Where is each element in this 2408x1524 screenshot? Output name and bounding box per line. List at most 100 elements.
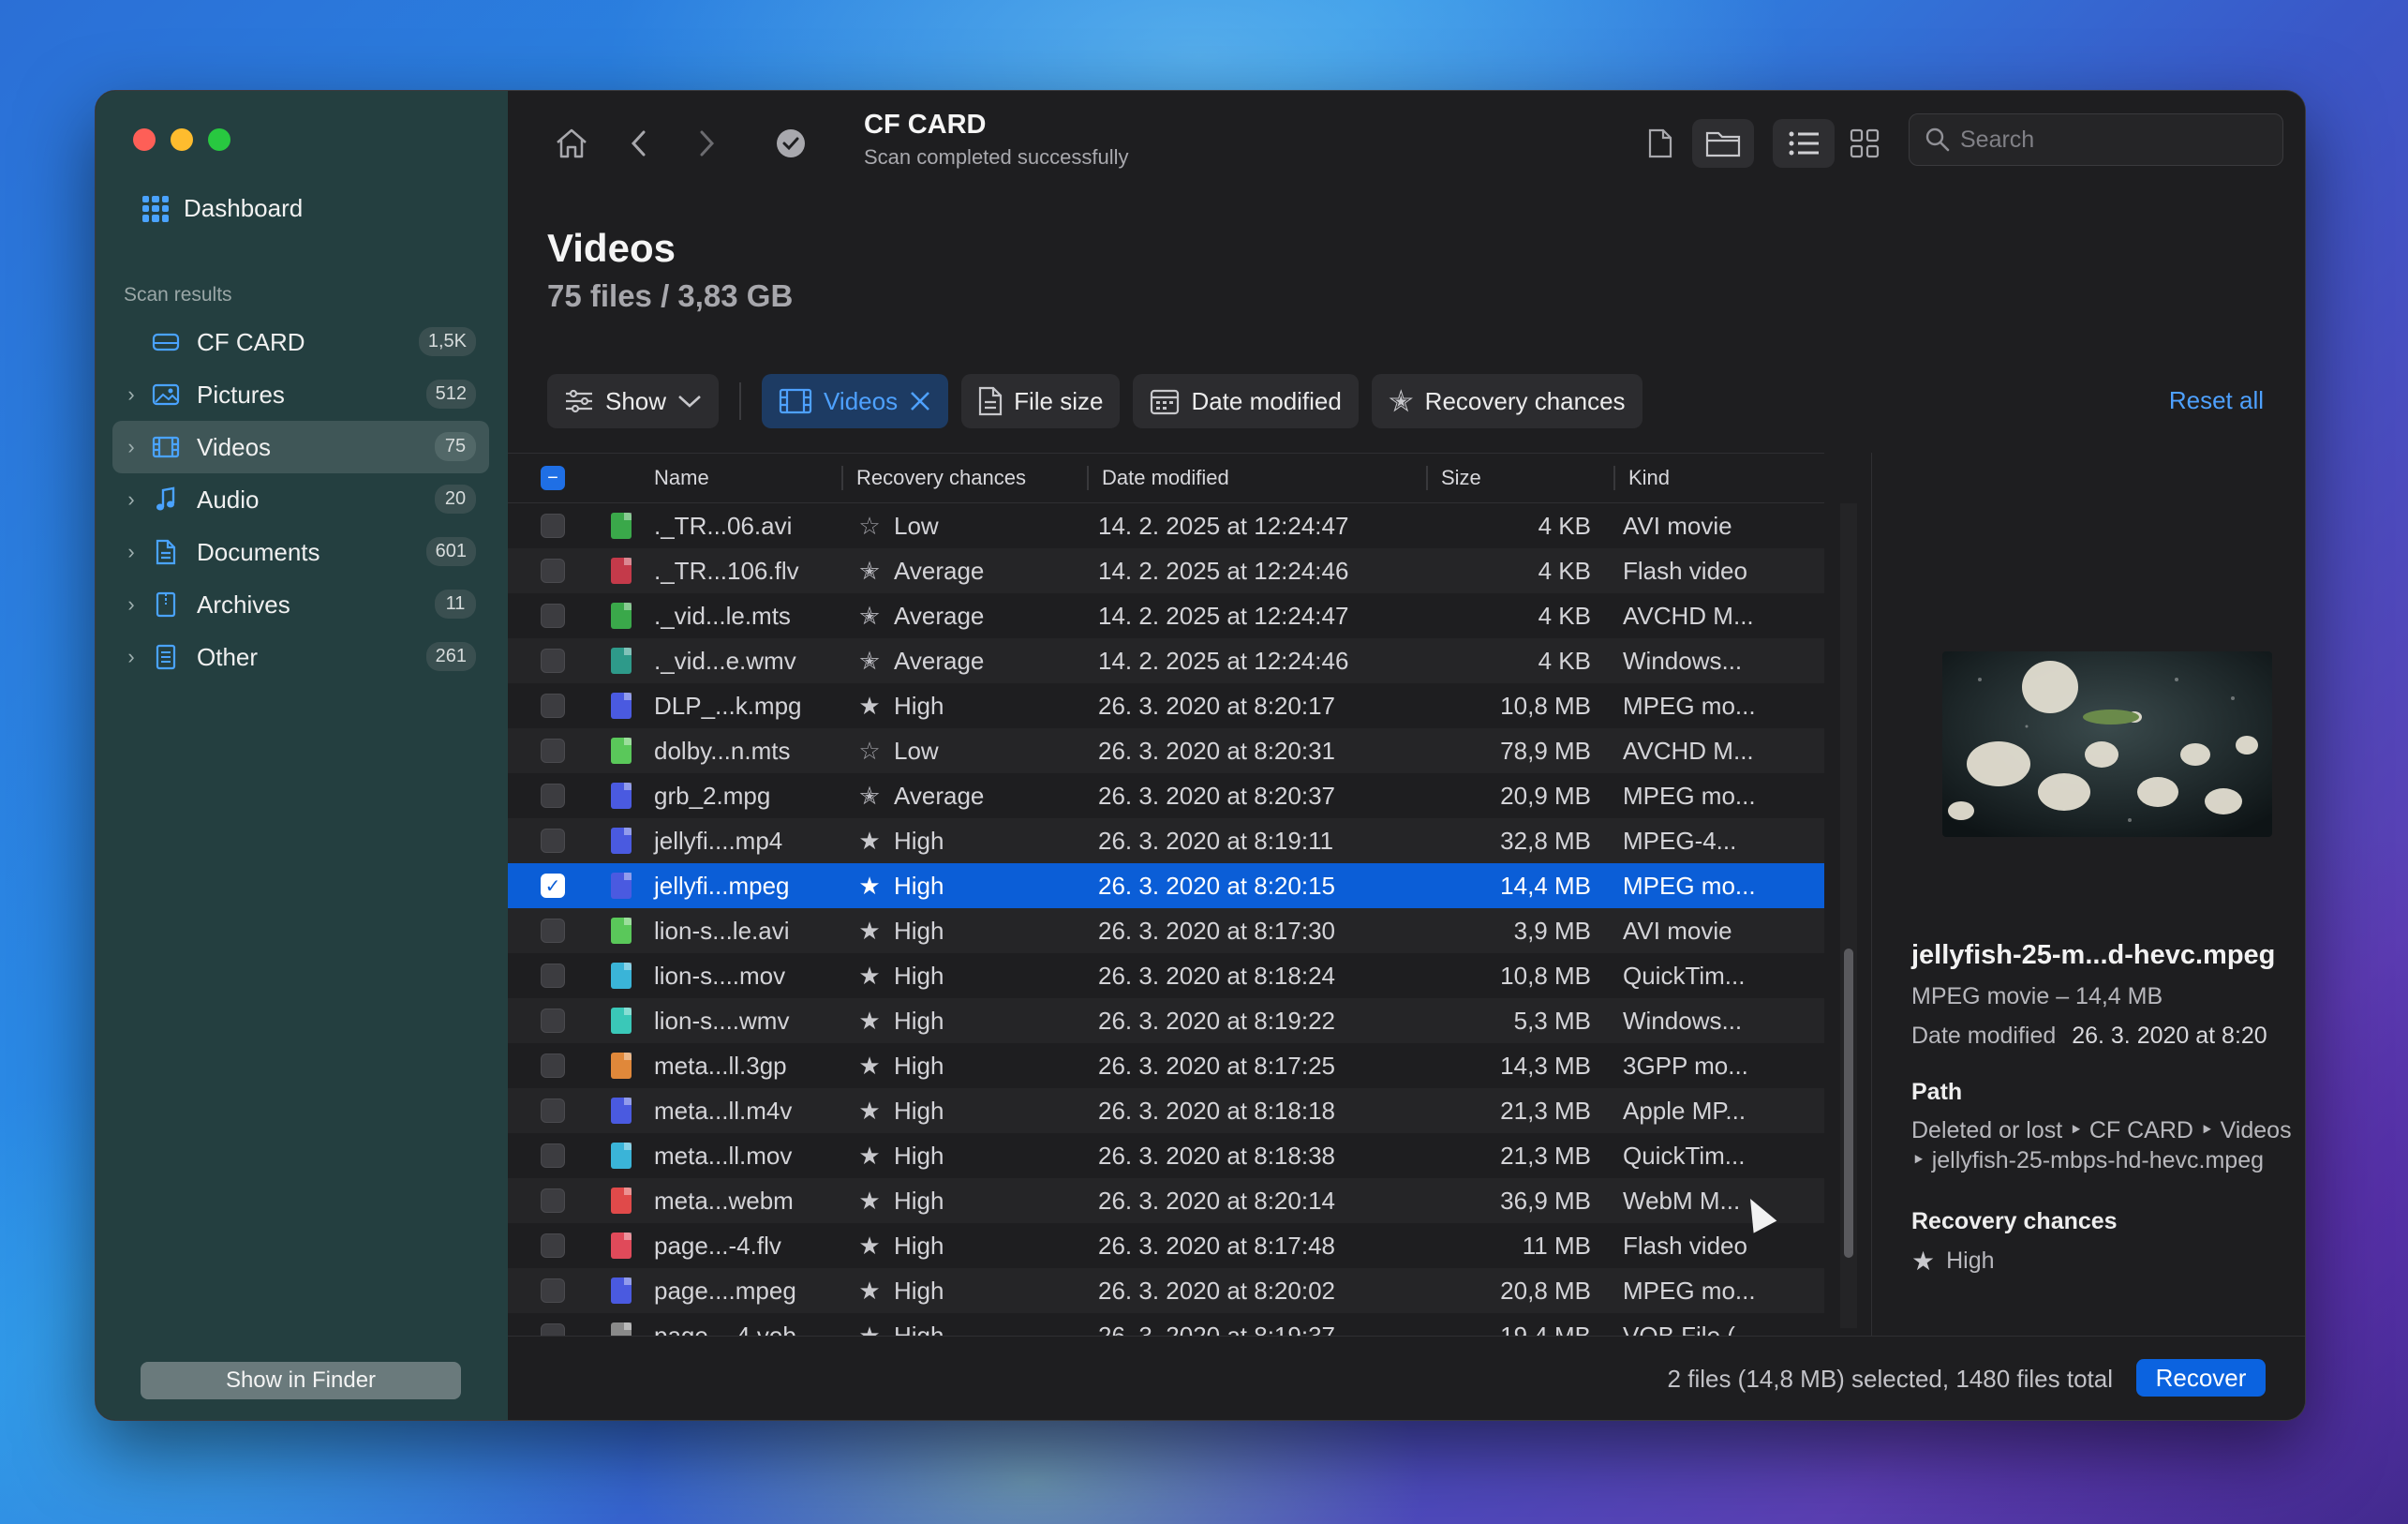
table-row[interactable]: jellyfi....mp4 ★ High 26. 3. 2020 at 8:19:1… bbox=[508, 818, 1824, 863]
column-header-kind[interactable]: Kind bbox=[1613, 466, 1782, 490]
select-all-checkbox[interactable]: − bbox=[541, 466, 565, 490]
show-filter-button[interactable]: Show bbox=[547, 374, 720, 428]
video-file-icon bbox=[611, 738, 632, 764]
reset-all-link[interactable]: Reset all bbox=[2169, 386, 2264, 415]
scrollbar-thumb[interactable] bbox=[1844, 949, 1853, 1258]
forward-chevron-icon[interactable] bbox=[682, 119, 731, 168]
file-size: 19,4 MB bbox=[1500, 1321, 1591, 1337]
row-checkbox[interactable] bbox=[541, 964, 565, 988]
date-modified-filter-label: Date modified bbox=[1191, 386, 1342, 415]
row-checkbox[interactable] bbox=[541, 514, 565, 538]
videos-filter-label: Videos bbox=[824, 386, 899, 415]
table-row[interactable]: ._vid...le.mts ✭ Average 14. 2. 2025 at 12:… bbox=[508, 593, 1824, 638]
table-row[interactable]: ._TR...106.flv ✭ Average 14. 2. 2025 at 12:… bbox=[508, 548, 1824, 593]
table-row[interactable]: ._vid...e.wmv ✭ Average 14. 2. 2025 at 12:2… bbox=[508, 638, 1824, 683]
recover-button[interactable]: Recover bbox=[2136, 1359, 2266, 1397]
recovery-chance: High bbox=[894, 1276, 944, 1305]
filter-divider bbox=[739, 382, 742, 420]
column-header-recovery-chances[interactable]: Recovery chances bbox=[841, 466, 1087, 490]
video-file-icon bbox=[611, 783, 632, 809]
sidebar-item-documents[interactable]: › Documents 601 bbox=[112, 526, 489, 578]
star-full-icon: ★ bbox=[858, 1051, 881, 1080]
videos-filter-chip[interactable]: Videos bbox=[762, 374, 949, 428]
row-checkbox[interactable] bbox=[541, 1053, 565, 1078]
close-window-button[interactable] bbox=[133, 128, 156, 151]
list-view-icon[interactable] bbox=[1773, 119, 1835, 168]
file-view-icon[interactable] bbox=[1636, 119, 1685, 168]
row-checkbox[interactable] bbox=[541, 649, 565, 673]
search-box[interactable] bbox=[1909, 113, 2283, 166]
table-row[interactable]: meta...ll.3gp ★ High 26. 3. 2020 at 8:17:25… bbox=[508, 1043, 1824, 1088]
sidebar-item-dashboard[interactable]: Dashboard bbox=[142, 194, 303, 223]
sidebar-item-count: 11 bbox=[435, 590, 476, 619]
chevron-right-icon[interactable]: › bbox=[112, 435, 141, 459]
app-window: Dashboard Scan results CF CARD 1,5K › Pictu… bbox=[95, 90, 2306, 1421]
folder-view-icon[interactable] bbox=[1692, 119, 1754, 168]
sidebar-item-videos[interactable]: › Videos 75 bbox=[112, 421, 489, 473]
sidebar-item-other[interactable]: › Other 261 bbox=[112, 631, 489, 683]
file-size-filter-button[interactable]: File size bbox=[961, 374, 1121, 428]
chevron-right-icon[interactable]: › bbox=[112, 592, 141, 617]
footer-bar: 2 files (14,8 MB) selected, 1480 files t… bbox=[508, 1336, 2305, 1420]
video-file-icon bbox=[611, 648, 632, 674]
table-row[interactable]: meta...ll.mov ★ High 26. 3. 2020 at 8:18:38… bbox=[508, 1133, 1824, 1178]
table-row[interactable]: lion-s...le.avi ★ High 26. 3. 2020 at 8:17:… bbox=[508, 908, 1824, 953]
star-full-icon: ★ bbox=[858, 916, 881, 945]
row-checkbox[interactable] bbox=[541, 1233, 565, 1258]
row-checkbox[interactable] bbox=[541, 694, 565, 718]
home-icon[interactable] bbox=[547, 119, 596, 168]
date-modified: 26. 3. 2020 at 8:20:31 bbox=[1098, 736, 1335, 765]
table-row[interactable]: page...-4.flv ★ High 26. 3. 2020 at 8:17:48… bbox=[508, 1223, 1824, 1268]
column-header-size[interactable]: Size bbox=[1426, 466, 1613, 490]
close-icon[interactable] bbox=[909, 390, 931, 412]
minimize-window-button[interactable] bbox=[171, 128, 193, 151]
table-scrollbar[interactable] bbox=[1840, 503, 1857, 1328]
table-row[interactable]: page...-4.vob ★ High 26. 3. 2020 at 8:19:37… bbox=[508, 1313, 1824, 1336]
table-row[interactable]: ._TR...06.avi ☆ Low 14. 2. 2025 at 12:24:47… bbox=[508, 503, 1824, 548]
sidebar-item-cf-card[interactable]: CF CARD 1,5K bbox=[112, 316, 489, 368]
column-header-date-modified[interactable]: Date modified bbox=[1087, 466, 1426, 490]
table-row[interactable]: ✓ jellyfi...mpeg ★ High 26. 3. 2020 at 8:20:… bbox=[508, 863, 1824, 908]
row-checkbox[interactable] bbox=[541, 829, 565, 853]
chevron-right-icon[interactable]: › bbox=[112, 540, 141, 564]
search-input[interactable] bbox=[1960, 126, 2260, 154]
sidebar-item-archives[interactable]: › Archives 11 bbox=[112, 578, 489, 631]
row-checkbox[interactable] bbox=[541, 1009, 565, 1033]
row-checkbox[interactable] bbox=[541, 1143, 565, 1168]
table-row[interactable]: lion-s....wmv ★ High 26. 3. 2020 at 8:19:22… bbox=[508, 998, 1824, 1043]
recovery-chances-filter-button[interactable]: ✭ Recovery chances bbox=[1371, 374, 1642, 428]
row-checkbox[interactable] bbox=[541, 559, 565, 583]
chevron-right-icon[interactable]: › bbox=[112, 382, 141, 407]
preview-chances-label: Recovery chances bbox=[1911, 1208, 2118, 1234]
sidebar-item-count: 75 bbox=[435, 432, 476, 461]
row-checkbox[interactable] bbox=[541, 1278, 565, 1303]
table-row[interactable]: meta...ll.m4v ★ High 26. 3. 2020 at 8:18:18… bbox=[508, 1088, 1824, 1133]
date-modified: 14. 2. 2025 at 12:24:47 bbox=[1098, 601, 1349, 630]
table-row[interactable]: lion-s....mov ★ High 26. 3. 2020 at 8:18:24… bbox=[508, 953, 1824, 998]
row-checkbox[interactable] bbox=[541, 1323, 565, 1336]
row-checkbox[interactable] bbox=[541, 1188, 565, 1213]
back-chevron-icon[interactable] bbox=[615, 119, 663, 168]
table-row[interactable]: meta...webm ★ High 26. 3. 2020 at 8:20:14 36… bbox=[508, 1178, 1824, 1223]
row-checkbox[interactable] bbox=[541, 1098, 565, 1123]
show-in-finder-button[interactable]: Show in Finder bbox=[141, 1362, 461, 1399]
table-row[interactable]: DLP_...k.mpg ★ High 26. 3. 2020 at 8:20:17 1… bbox=[508, 683, 1824, 728]
grid-view-icon[interactable] bbox=[1840, 119, 1889, 168]
column-header-name[interactable]: Name bbox=[654, 466, 841, 490]
table-row[interactable]: grb_2.mpg ✭ Average 26. 3. 2020 at 8:20:37 2… bbox=[508, 773, 1824, 818]
row-checkbox[interactable] bbox=[541, 739, 565, 763]
date-modified-filter-button[interactable]: Date modified bbox=[1133, 374, 1359, 428]
chevron-right-icon[interactable]: › bbox=[112, 487, 141, 512]
sidebar-item-pictures[interactable]: › Pictures 512 bbox=[112, 368, 489, 421]
table-row[interactable]: page....mpeg ★ High 26. 3. 2020 at 8:20:02 2… bbox=[508, 1268, 1824, 1313]
table-row[interactable]: dolby...n.mts ☆ Low 26. 3. 2020 at 8:20:31 7… bbox=[508, 728, 1824, 773]
row-checkbox[interactable]: ✓ bbox=[541, 874, 565, 898]
file-size: 20,8 MB bbox=[1500, 1276, 1591, 1305]
row-checkbox[interactable] bbox=[541, 604, 565, 628]
page-summary: 75 files / 3,83 GB bbox=[547, 278, 794, 313]
sidebar-item-audio[interactable]: › Audio 20 bbox=[112, 473, 489, 526]
chevron-right-icon[interactable]: › bbox=[112, 645, 141, 669]
row-checkbox[interactable] bbox=[541, 919, 565, 943]
row-checkbox[interactable] bbox=[541, 784, 565, 808]
zoom-window-button[interactable] bbox=[208, 128, 230, 151]
